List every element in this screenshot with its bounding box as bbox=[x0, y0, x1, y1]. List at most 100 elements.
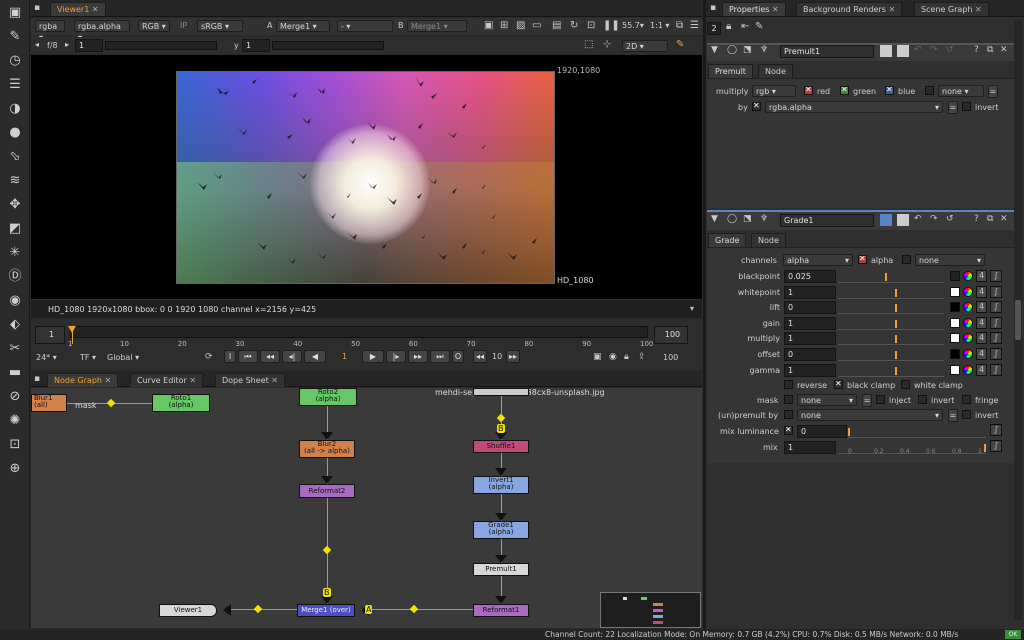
mix-luminance-handle[interactable] bbox=[848, 428, 850, 436]
color-icon[interactable]: ◑ bbox=[6, 100, 24, 118]
collapse-icon[interactable]: ▼ bbox=[711, 45, 718, 55]
tab-curve-editor[interactable]: Curve Editor ✕ bbox=[130, 373, 204, 387]
ratio-dropdown[interactable]: 1:1 ▾ bbox=[650, 21, 669, 30]
float-icon[interactable]: ⧉ bbox=[987, 45, 993, 55]
grade-gamma-swatch[interactable] bbox=[950, 364, 960, 375]
grade-name-field[interactable]: Grade1 bbox=[780, 214, 874, 227]
toolsets-icon[interactable]: ✂ bbox=[6, 340, 24, 358]
furnace-icon[interactable]: ⊘ bbox=[6, 388, 24, 406]
grade-blackpoint-slider[interactable] bbox=[838, 269, 944, 283]
export-icon[interactable]: ⇪ bbox=[638, 352, 646, 362]
node-read[interactable] bbox=[473, 388, 529, 396]
tab-node-graph[interactable]: Node Graph ✕ bbox=[47, 373, 119, 387]
node-viewer1[interactable]: Viewer1 bbox=[159, 604, 217, 617]
deep-icon[interactable]: Ⓓ bbox=[6, 268, 24, 286]
color-icon[interactable] bbox=[897, 214, 909, 226]
grade-lift-swatch[interactable] bbox=[950, 302, 960, 313]
grade-lift-channels-button[interactable]: 4 bbox=[976, 301, 987, 314]
cara-icon[interactable]: ⊡ bbox=[6, 436, 24, 454]
edit-icon[interactable]: ✎ bbox=[755, 21, 763, 32]
grade-offset-field[interactable]: 0 bbox=[784, 348, 836, 361]
grade-gain-field[interactable]: 1 bbox=[784, 316, 836, 330]
node-shuffle1[interactable]: Shuffle1 bbox=[473, 440, 529, 453]
close-icon[interactable]: ✕ bbox=[772, 5, 779, 14]
node-roto1[interactable]: Roto1 (alpha) bbox=[152, 394, 210, 412]
redo-icon[interactable]: ↷ bbox=[930, 214, 938, 224]
redo-icon[interactable]: ↷ bbox=[930, 45, 938, 55]
tab-scene-graph[interactable]: Scene Graph ✕ bbox=[914, 2, 989, 16]
grade-multiply-field[interactable]: 1 bbox=[784, 332, 836, 346]
timeline-track[interactable] bbox=[70, 326, 648, 338]
grade-multiply-swatch[interactable] bbox=[950, 333, 960, 344]
undo-icon[interactable]: ↶ bbox=[914, 45, 922, 55]
channels-dropdown[interactable]: rgba ▾ bbox=[35, 20, 65, 42]
exposure-field[interactable]: 1 bbox=[75, 39, 103, 52]
mix-luminance-checkbox[interactable] bbox=[784, 425, 793, 435]
tab-node-2[interactable]: Node bbox=[751, 233, 786, 247]
fringe-checkbox[interactable] bbox=[962, 395, 971, 404]
image-icon[interactable]: ▣ bbox=[6, 4, 24, 22]
curve-icon[interactable]: ∫ bbox=[990, 363, 1002, 376]
grade-gamma-handle[interactable] bbox=[895, 366, 898, 375]
b-input-dropdown[interactable]: Merge1 ▾ bbox=[407, 20, 467, 32]
curve-icon[interactable]: ∫ bbox=[990, 424, 1002, 436]
globe-icon[interactable]: ⊕ bbox=[6, 460, 24, 478]
metadata-icon[interactable]: ⬖ bbox=[6, 316, 24, 334]
channels-dropdown[interactable]: alpha ▾ bbox=[783, 254, 853, 266]
black-clamp-checkbox[interactable] bbox=[834, 379, 843, 389]
3d-icon[interactable]: ◩ bbox=[6, 220, 24, 238]
node-graph-canvas[interactable]: mask B B A 1 mehdi-sepehri-cX0Yxw38cx8-u… bbox=[31, 388, 702, 628]
grade-whitepoint-channels-button[interactable]: 4 bbox=[976, 285, 987, 298]
white-clamp-checkbox[interactable] bbox=[901, 380, 910, 389]
grade-offset-channels-button[interactable]: 4 bbox=[976, 348, 987, 360]
link-button-2[interactable]: = bbox=[948, 101, 958, 114]
mix-handle[interactable] bbox=[984, 444, 986, 452]
tab-node[interactable]: Node bbox=[758, 64, 793, 78]
close-icon[interactable]: ✕ bbox=[105, 376, 112, 385]
by-dropdown[interactable]: rgba.alpha ▾ bbox=[765, 101, 943, 113]
prev-key-icon[interactable]: ◂◂ bbox=[260, 350, 280, 363]
unpremult-dropdown[interactable]: none ▾ bbox=[797, 409, 943, 421]
mix-field[interactable]: 1 bbox=[784, 441, 836, 454]
composite-dropdown[interactable]: - ▾ bbox=[337, 20, 393, 32]
link-button-3[interactable]: = bbox=[862, 394, 872, 407]
max-panels-field[interactable]: 2 bbox=[707, 22, 721, 35]
close-icon[interactable]: ✕ bbox=[92, 5, 99, 14]
layer-dropdown[interactable]: rgba.alpha ▾ bbox=[74, 20, 130, 42]
multiply-dropdown[interactable]: rgb ▾ bbox=[752, 85, 796, 97]
circle-icon[interactable]: ◯ bbox=[727, 214, 737, 224]
global-dropdown[interactable]: Global ▾ bbox=[107, 353, 139, 362]
downrez-icon[interactable]: ▤ bbox=[552, 20, 561, 31]
color-wheel-icon[interactable] bbox=[963, 271, 973, 281]
grade-blackpoint-channels-button[interactable]: 4 bbox=[976, 270, 987, 282]
node-reformat1[interactable]: Reformat1 bbox=[473, 604, 529, 617]
invert-unpremult-checkbox[interactable] bbox=[962, 410, 971, 419]
minimap[interactable] bbox=[600, 592, 701, 628]
extra-checkbox[interactable] bbox=[925, 86, 934, 95]
node-roto2[interactable]: Roto2 (alpha) bbox=[299, 388, 357, 406]
help-icon[interactable]: ♆ bbox=[760, 214, 768, 224]
link-button[interactable]: = bbox=[988, 85, 998, 98]
premult-name-field[interactable]: Premult1 bbox=[780, 45, 874, 58]
axis-icon[interactable]: ⊹ bbox=[603, 39, 611, 50]
grade-gamma-channels-button[interactable]: 4 bbox=[976, 363, 987, 376]
color-wheel-icon[interactable] bbox=[963, 364, 973, 375]
play-icon[interactable]: ▶ bbox=[362, 350, 384, 363]
a-input-dropdown[interactable]: Merge1 ▾ bbox=[276, 20, 330, 32]
tf-dropdown[interactable]: TF ▾ bbox=[80, 353, 96, 362]
curve-icon[interactable]: ∫ bbox=[990, 332, 1002, 345]
grade-gain-handle[interactable] bbox=[895, 319, 898, 328]
node-invert1[interactable]: Invert1 (alpha) bbox=[473, 476, 529, 494]
roi-icon[interactable]: ▣ bbox=[484, 20, 493, 31]
color-icon[interactable] bbox=[897, 45, 909, 57]
reverse-checkbox[interactable] bbox=[784, 380, 793, 389]
elbow-dot[interactable] bbox=[106, 398, 116, 408]
grade-lift-slider[interactable] bbox=[838, 300, 944, 315]
grade-offset-slider[interactable] bbox=[838, 347, 944, 361]
zebra-icon[interactable]: ▨ bbox=[516, 20, 525, 31]
grade-whitepoint-handle[interactable] bbox=[895, 288, 898, 297]
fps-dropdown[interactable]: 24* ▾ bbox=[36, 353, 57, 362]
viewer-icon[interactable]: ⬔ bbox=[743, 214, 752, 224]
record-icon[interactable]: ◉ bbox=[609, 352, 617, 362]
circle-icon[interactable]: ◯ bbox=[727, 45, 737, 55]
